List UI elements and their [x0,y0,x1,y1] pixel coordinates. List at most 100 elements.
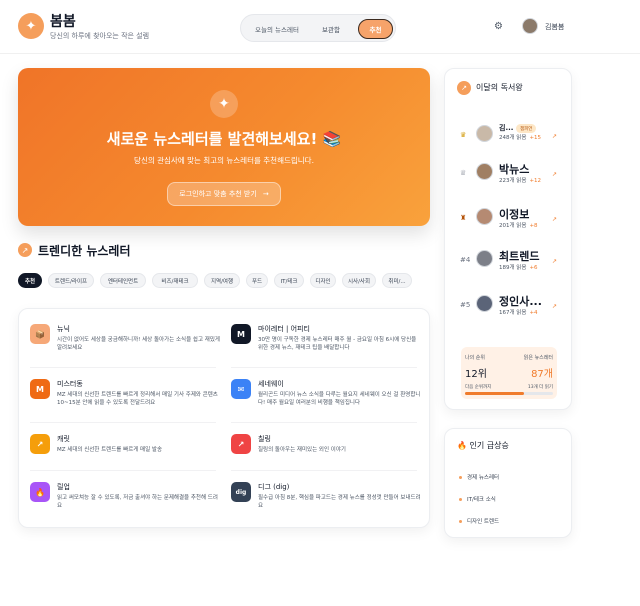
main-nav: 오늘의 뉴스레터 보관함 추천 [240,14,396,42]
my-read-value: 87개 [531,369,553,380]
list-item[interactable]: ✉ 세네웨이 월리곤드 미디어 뉴스 소식을 다루는 월요지 세네웨이 오신 걸… [231,379,421,427]
newsletter-icon: ✉ [231,379,251,399]
trend-up-icon: ↗ [551,258,557,265]
divider [30,422,216,423]
bullet-icon [459,475,462,479]
list-item[interactable]: M 마이레터 | 어피티 30만 명이 구독한 경제 뉴스레터 매주 월 - 금… [231,324,421,372]
my-rank-label: 나의 순위 [465,355,485,361]
list-item[interactable]: ↗ 칠링 칠링의 돌아우는 재미있는 외인 이야기 [231,434,421,482]
newsletter-icon: M [231,324,251,344]
newsletter-name: 칠링 [258,435,271,443]
sparkle-logo-icon[interactable]: ✦ [18,13,44,39]
list-item[interactable]: ↗ 캐릿 MZ 세대의 신선한 트렌드를 빠르게 매일 발송 [30,434,220,482]
rank-progress-bar [465,392,553,395]
newsletter-name: 캐릿 [57,435,70,443]
newsletter-icon: M [30,379,50,399]
chip-design[interactable]: 디자인 [310,273,336,288]
newsletter-desc: 월리곤드 미디어 뉴스 소식을 다루는 월요지 세네웨이 오신 걸 환영합니다!… [258,392,421,406]
trophy-icon: ♜ [460,214,467,222]
chip-travel[interactable]: 지역/여행 [204,273,240,288]
newsletter-icon: 🔥 [30,482,50,502]
avatar [476,163,493,180]
divider [231,367,417,368]
list-item[interactable]: dig 디그 (dig) 필수급 아침 8분, 핵심을 파고드는 경제 뉴스를 … [231,482,421,530]
brand-tagline: 당신의 하루에 찾아오는 작은 설렘 [50,32,150,40]
newsletter-icon: 📦 [30,324,50,344]
rank-row[interactable]: ♛ 김... 챔피언 248개 읽음 +15 ↗ [445,121,573,157]
user-name[interactable]: 김봄봄 [545,22,564,32]
list-item[interactable]: 🔥 릴업 읽고 써모쳐능 잘 수 있도록, 저금 출셔야 하는 문제해결을 추천… [30,482,220,530]
medal-icon: ♕ [460,169,467,177]
newsletter-name: 세네웨이 [258,380,284,388]
newsletter-desc: 시간이 없어도 세상을 궁금해하니까! 세상 돌아가는 소식을 쉽고 재밌게 알… [57,337,220,351]
popular-item[interactable]: IT/테크 소식 [459,495,496,503]
rank-row[interactable]: ♕ 박뉴스 223개 읽음 +12 ↗ [445,159,573,195]
chip-trend-life[interactable]: 트렌드/라이프 [48,273,94,288]
newsletter-list: 📦 뉴닉 시간이 없어도 세상을 궁금해하니까! 세상 돌아가는 소식을 쉽고 … [18,308,430,528]
bullet-icon [459,519,462,523]
login-recommend-label: 로그인하고 맞춤 추천 받기 [179,190,257,198]
rank-progress-fill [465,392,524,395]
reader-meta: 167개 읽음 +4 [499,310,538,316]
chip-biz[interactable]: 비즈/재테크 [152,273,198,288]
chip-society[interactable]: 시사/사회 [342,273,376,288]
newsletter-icon: ↗ [30,434,50,454]
rank-number: #4 [460,256,471,264]
brand-name[interactable]: 봄봄 [50,11,76,31]
newsletter-desc: 30만 명이 구독한 경제 뉴스레터 매주 월 - 금요일 아침 6시에 당신을… [258,337,417,351]
tab-recommend[interactable]: 추천 [358,19,393,39]
newsletter-name: 미스터동 [57,380,83,388]
list-item[interactable]: M 미스터동 MZ 세대의 신선한 트렌드를 빠르게 정리해서 매일 기사 주제… [30,379,220,427]
trend-up-icon: ↗ [551,133,557,140]
newsletter-name: 마이레터 | 어피티 [258,325,310,333]
list-item[interactable]: 📦 뉴닉 시간이 없어도 세상을 궁금해하니까! 세상 돌아가는 소식을 쉽고 … [30,324,220,372]
rank-number: #5 [460,301,471,309]
next-rank-label: 다음 순위까지 [465,385,492,390]
newsletter-desc: MZ 세대의 신선한 트렌드를 빠르게 정리해서 매일 기사 주제와 콘텐츠 1… [57,392,218,406]
chip-it[interactable]: IT/테크 [274,273,304,288]
divider [231,422,417,423]
avatar [476,208,493,225]
trend-icon: ↗ [18,243,32,257]
popular-title: 🔥 인기 급상승 [457,441,509,450]
divider [30,367,216,368]
hero-title: 새로운 뉴스레터를 발견해보세요! 📚 [106,130,342,148]
newsletter-desc: 읽고 써모쳐능 잘 수 있도록, 저금 출셔야 하는 문제해결을 추천해 드려요 [57,495,218,509]
tab-archive[interactable]: 보관함 [311,19,351,39]
popular-item[interactable]: 디자인 트렌드 [459,517,499,525]
hero-banner: ✦ 새로운 뉴스레터를 발견해보세요! 📚 당신의 관심사에 맞는 최고의 뉴스… [18,68,430,226]
newsletter-desc: 필수급 아침 8분, 핵심을 파고드는 경제 뉴스를 정성껏 만들어 보내드려요 [258,495,421,509]
reader-meta: 189개 읽음 +6 [499,265,538,271]
newsletter-desc: 칠링의 돌아우는 재미있는 외인 이야기 [258,447,346,453]
avatar [476,125,493,142]
champion-badge: 챔피언 [516,124,537,133]
newsletter-icon: dig [231,482,251,502]
rank-row[interactable]: #4 최트렌드 189개 읽음 +6 ↗ [445,246,573,282]
popular-item[interactable]: 경제 뉴스레터 [459,473,499,481]
tab-today[interactable]: 오늘의 뉴스레터 [251,19,303,39]
next-rank-value: 13개 더 읽기 [527,385,553,390]
rank-row[interactable]: #5 정인사... 167개 읽음 +4 ↗ [445,291,573,327]
chip-food[interactable]: 푸드 [246,273,268,288]
chip-hobby[interactable]: 취미/... [382,273,412,288]
divider [231,470,417,471]
rank-row[interactable]: ♜ 이정보 201개 읽음 +8 ↗ [445,204,573,240]
arrow-right-icon: → [262,190,269,198]
newsletter-name: 릴업 [57,483,70,491]
my-read-label: 읽은 뉴스레터 [523,355,553,361]
popular-card: 🔥 인기 급상승 경제 뉴스레터 IT/테크 소식 디자인 트렌드 [444,428,572,538]
header: ✦ 봄봄 당신의 하루에 찾아오는 작은 설렘 오늘의 뉴스레터 보관함 추천 … [0,0,640,54]
login-recommend-button[interactable]: 로그인하고 맞춤 추천 받기 → [167,182,281,206]
sparkle-icon: ✦ [210,90,238,118]
trend-up-icon: ↗ [551,216,557,223]
avatar [476,250,493,267]
trending-title: 트렌디한 뉴스레터 [38,244,131,258]
user-avatar[interactable] [522,18,538,34]
chip-recommend[interactable]: 추천 [18,273,42,288]
gear-icon[interactable]: ⚙ [494,21,503,32]
newsletter-name: 디그 (dig) [258,483,290,491]
chip-entertainment[interactable]: 엔터테인먼트 [100,273,146,288]
reader-name: 정인사... [499,295,542,308]
crown-icon: ♛ [460,131,467,139]
hero-subtitle: 당신의 관심사에 맞는 최고의 뉴스레터를 추천해드립니다. [134,156,314,165]
